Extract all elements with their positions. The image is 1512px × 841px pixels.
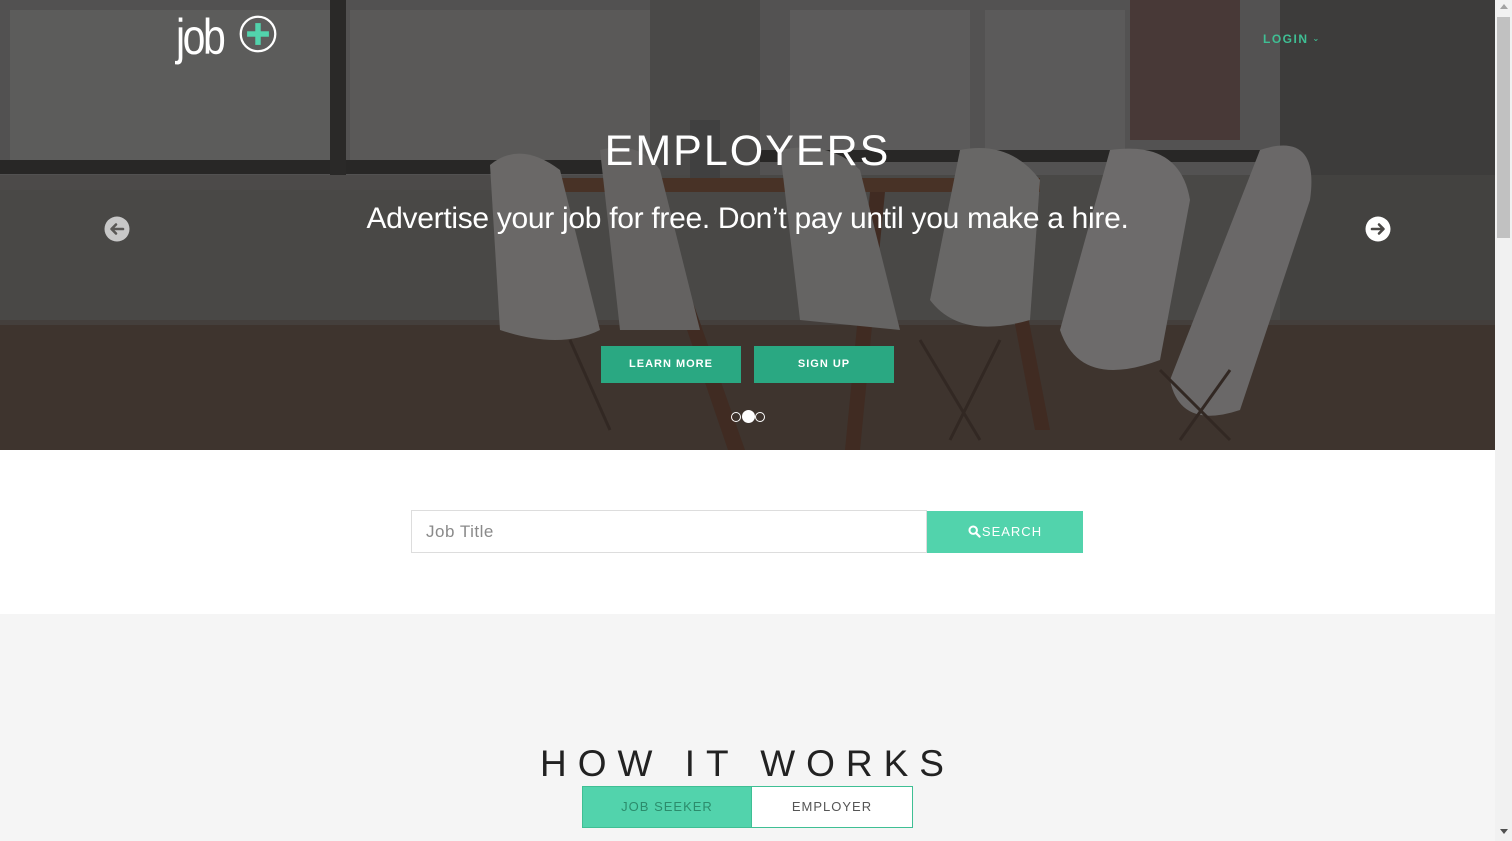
login-label: LOGIN	[1263, 32, 1309, 46]
carousel-indicators	[730, 410, 770, 424]
hero-carousel: job LOGIN ⌄ EMPLOYERS Advertise your job …	[0, 0, 1495, 450]
sign-up-button[interactable]: SIGN UP	[754, 346, 894, 383]
learn-more-button[interactable]: LEARN MORE	[601, 346, 741, 383]
vertical-scrollbar[interactable]	[1495, 0, 1512, 841]
login-dropdown[interactable]: LOGIN ⌄	[1263, 32, 1321, 46]
hero-subtitle: Advertise your job for free. Don’t pay u…	[366, 202, 1129, 235]
carousel-dot-1[interactable]	[731, 412, 741, 422]
scroll-up-arrow-icon[interactable]	[1500, 4, 1508, 9]
tab-job-seeker[interactable]: JOB SEEKER	[582, 786, 752, 828]
scrollbar-thumb[interactable]	[1497, 17, 1510, 238]
site-logo[interactable]: job	[176, 9, 288, 72]
search-button[interactable]: SEARCH	[927, 511, 1083, 553]
search-button-label: SEARCH	[981, 524, 1043, 539]
search-section: SEARCH	[0, 450, 1495, 614]
arrow-right-circle-icon[interactable]	[1365, 216, 1391, 242]
tab-employer[interactable]: EMPLOYER	[751, 786, 913, 828]
carousel-dot-3[interactable]	[755, 412, 765, 422]
hero-title: EMPLOYERS	[604, 126, 891, 175]
arrow-left-circle-icon[interactable]	[104, 216, 130, 242]
chevron-down-icon: ⌄	[1312, 34, 1321, 43]
search-icon	[968, 525, 981, 538]
carousel-dot-2-active[interactable]	[742, 410, 755, 423]
job-title-search-input[interactable]	[411, 510, 927, 553]
how-it-works-title: HOW IT WORKS	[540, 742, 955, 784]
plus-circle-icon	[239, 15, 277, 53]
how-it-works-section: HOW IT WORKS JOB SEEKER EMPLOYER	[0, 614, 1495, 841]
page: job LOGIN ⌄ EMPLOYERS Advertise your job …	[0, 0, 1495, 841]
logo-text: job	[176, 9, 226, 65]
scroll-down-arrow-icon[interactable]	[1500, 829, 1508, 834]
